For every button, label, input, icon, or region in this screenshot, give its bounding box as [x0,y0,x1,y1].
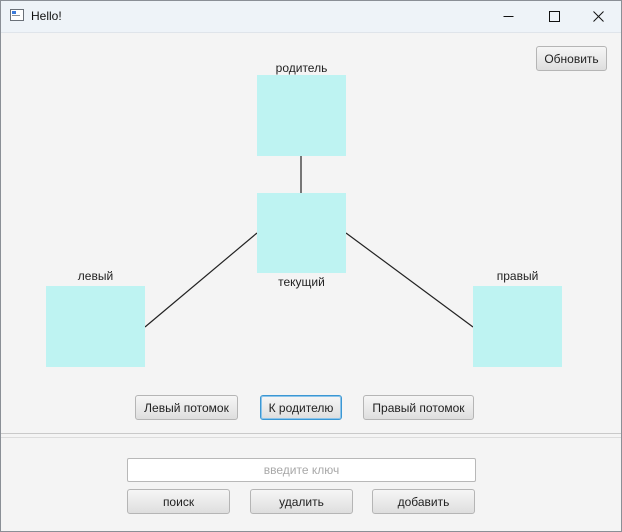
right-node-label: правый [496,269,539,283]
parent-node[interactable] [257,75,346,156]
left-child-button[interactable]: Левый потомок [135,395,238,420]
app-window: Hello! Обновить родитель текущий левый п… [0,0,622,532]
divider [1,433,621,434]
close-icon [593,11,604,22]
parent-node-label: родитель [275,61,328,75]
key-input[interactable] [127,458,476,482]
main-content: Обновить родитель текущий левый правый Л… [1,33,621,531]
close-button[interactable] [575,1,621,32]
maximize-icon [549,11,560,22]
maximize-button[interactable] [531,1,577,32]
window-title: Hello! [31,9,62,23]
right-node[interactable] [473,286,562,367]
current-node[interactable] [257,193,346,273]
edge-current-right [345,232,474,328]
left-node[interactable] [46,286,145,367]
add-button[interactable]: добавить [372,489,475,514]
current-node-label: текущий [278,275,325,289]
left-node-label: левый [77,269,114,283]
to-parent-button[interactable]: К родителю [260,395,342,420]
right-child-button[interactable]: Правый потомок [363,395,474,420]
delete-button[interactable]: удалить [250,489,353,514]
edge-current-left [144,232,258,328]
app-icon [10,9,24,21]
divider [1,437,621,438]
minimize-icon [503,16,514,17]
title-bar[interactable]: Hello! [1,1,621,33]
search-button[interactable]: поиск [127,489,230,514]
minimize-button[interactable] [485,1,531,32]
